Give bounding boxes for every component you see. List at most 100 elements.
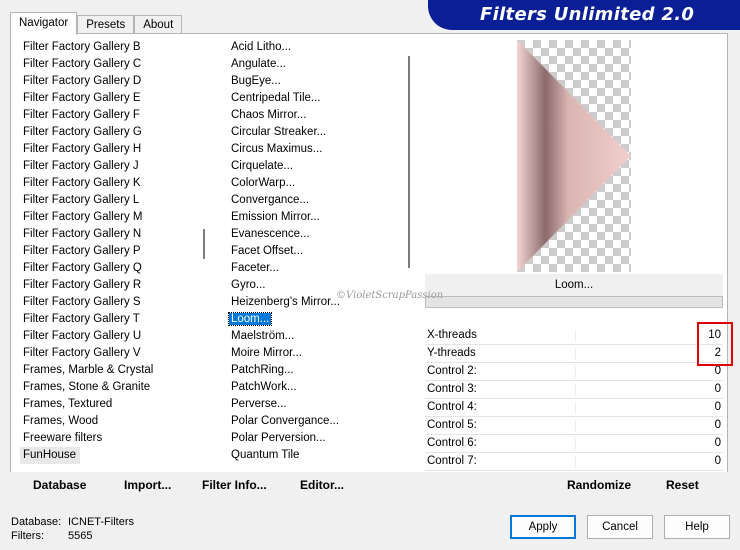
- control-row[interactable]: Control 5: 0: [425, 417, 723, 435]
- filter-list-item-label: Maelström...: [231, 330, 295, 342]
- filter-list-item[interactable]: Moire Mirror...: [228, 345, 415, 362]
- category-list-item[interactable]: Filter Factory Gallery Q: [20, 260, 208, 277]
- filter-list-item[interactable]: BugEye...: [228, 73, 415, 90]
- tab-navigator[interactable]: Navigator: [10, 12, 78, 35]
- category-list-item[interactable]: Filter Factory Gallery L: [20, 192, 208, 209]
- filter-list-item[interactable]: Quantum Tile: [228, 447, 415, 464]
- category-list-item[interactable]: Frames, Textured: [20, 396, 208, 413]
- filter-list-item[interactable]: Faceter...: [228, 260, 415, 277]
- control-label: Control 4:: [427, 401, 477, 413]
- filter-list-item[interactable]: Perverse...: [228, 396, 415, 413]
- filter-list-item[interactable]: ColorWarp...: [228, 175, 415, 192]
- filters-count-label: Filters:: [11, 530, 44, 542]
- filter-list-item[interactable]: PatchRing...: [228, 362, 415, 379]
- filter-list-item[interactable]: Circus Maximus...: [228, 141, 415, 158]
- preview-slider[interactable]: [425, 296, 723, 308]
- editor-button[interactable]: Editor...: [300, 478, 344, 492]
- category-list-item[interactable]: Filter Factory Gallery V: [20, 345, 208, 362]
- filter-info-button[interactable]: Filter Info...: [202, 478, 267, 492]
- control-divider: [575, 402, 576, 414]
- control-row[interactable]: Control 6: 0: [425, 435, 723, 453]
- category-list-item-label: Filter Factory Gallery D: [23, 75, 142, 87]
- reset-button[interactable]: Reset: [666, 478, 699, 492]
- category-list-item-label: Filter Factory Gallery K: [23, 177, 141, 189]
- category-list-item[interactable]: Filter Factory Gallery N: [20, 226, 208, 243]
- filter-list-item[interactable]: Acid Litho...: [228, 39, 415, 56]
- control-value: 0: [714, 383, 721, 395]
- category-list-item[interactable]: Filter Factory Gallery K: [20, 175, 208, 192]
- filter-list-item[interactable]: Evanescence...: [228, 226, 415, 243]
- category-list-item-label: Filter Factory Gallery L: [23, 194, 140, 206]
- filter-list-item-label: Emission Mirror...: [231, 211, 320, 223]
- control-value: 0: [714, 365, 721, 377]
- filter-list-item[interactable]: Loom...: [228, 311, 415, 328]
- filter-list-item-label: Chaos Mirror...: [231, 109, 307, 121]
- tab-about[interactable]: About: [134, 15, 183, 35]
- category-list-item[interactable]: Frames, Wood: [20, 413, 208, 430]
- category-list-item[interactable]: Freeware filters: [20, 430, 208, 447]
- filter-list-item-label: Circular Streaker...: [231, 126, 327, 138]
- filter-list-item[interactable]: Polar Convergance...: [228, 413, 415, 430]
- control-label: Control 2:: [427, 365, 477, 377]
- filter-list-item[interactable]: Angulate...: [228, 56, 415, 73]
- category-list-scrollbar[interactable]: [203, 229, 205, 259]
- category-list-item[interactable]: Filter Factory Gallery S: [20, 294, 208, 311]
- filter-list-item[interactable]: Emission Mirror...: [228, 209, 415, 226]
- apply-button[interactable]: Apply: [510, 515, 576, 539]
- control-row[interactable]: Control 3: 0: [425, 381, 723, 399]
- category-list-item[interactable]: Filter Factory Gallery F: [20, 107, 208, 124]
- database-button[interactable]: Database: [33, 478, 86, 492]
- control-row[interactable]: X-threads 10: [425, 327, 723, 345]
- filter-list-item-label: BugEye...: [231, 75, 281, 87]
- category-list-item[interactable]: Frames, Stone & Granite: [20, 379, 208, 396]
- control-divider: [575, 438, 576, 450]
- category-list-item-label: Frames, Textured: [23, 398, 113, 410]
- cancel-button[interactable]: Cancel: [587, 515, 653, 539]
- filter-list-item[interactable]: Cirquelate...: [228, 158, 415, 175]
- category-list-item[interactable]: Filter Factory Gallery G: [20, 124, 208, 141]
- control-divider: [575, 420, 576, 432]
- filter-list-item[interactable]: Polar Perversion...: [228, 430, 415, 447]
- filter-list-item[interactable]: PatchWork...: [228, 379, 415, 396]
- category-list-item[interactable]: Filter Factory Gallery U: [20, 328, 208, 345]
- filter-list-item[interactable]: Chaos Mirror...: [228, 107, 415, 124]
- filter-list-item-label: PatchWork...: [231, 381, 297, 393]
- import-button[interactable]: Import...: [124, 478, 171, 492]
- category-list-item[interactable]: Filter Factory Gallery D: [20, 73, 208, 90]
- filter-list-item-label: Loom...: [228, 312, 273, 326]
- category-list-item[interactable]: Filter Factory Gallery T: [20, 311, 208, 328]
- category-list-item[interactable]: Filter Factory Gallery P: [20, 243, 208, 260]
- category-list[interactable]: Filter Factory Gallery B Filter Factory G…: [20, 39, 208, 469]
- category-list-item-label: Filter Factory Gallery M: [23, 211, 143, 223]
- tab-strip: Navigator Presets About: [10, 12, 183, 35]
- category-list-item-label: Filter Factory Gallery Q: [23, 262, 142, 274]
- category-list-item[interactable]: FunHouse: [20, 447, 81, 464]
- filter-list-item[interactable]: Centripedal Tile...: [228, 90, 415, 107]
- category-list-item-label: Frames, Wood: [23, 415, 99, 427]
- category-list-item[interactable]: Frames, Marble & Crystal: [20, 362, 208, 379]
- category-list-item[interactable]: Filter Factory Gallery B: [20, 39, 208, 56]
- category-list-item[interactable]: Filter Factory Gallery J: [20, 158, 208, 175]
- filter-list-item[interactable]: Maelström...: [228, 328, 415, 345]
- control-divider: [575, 366, 576, 378]
- control-row[interactable]: Control 2: 0: [425, 363, 723, 381]
- filter-list[interactable]: Acid Litho... Angulate... BugEye... Centrip…: [228, 39, 415, 469]
- filter-list-scrollbar[interactable]: [408, 56, 410, 268]
- category-list-item[interactable]: Filter Factory Gallery E: [20, 90, 208, 107]
- tab-presets[interactable]: Presets: [77, 15, 135, 35]
- category-list-item[interactable]: Filter Factory Gallery M: [20, 209, 208, 226]
- control-row[interactable]: Control 7: 0: [425, 453, 723, 471]
- category-list-item[interactable]: Filter Factory Gallery H: [20, 141, 208, 158]
- highlight-box: [697, 322, 733, 366]
- category-list-item[interactable]: Filter Factory Gallery C: [20, 56, 208, 73]
- category-list-item[interactable]: Filter Factory Gallery R: [20, 277, 208, 294]
- control-row[interactable]: Y-threads 2: [425, 345, 723, 363]
- filter-list-item[interactable]: Facet Offset...: [228, 243, 415, 260]
- control-row[interactable]: Control 4: 0: [425, 399, 723, 417]
- category-list-item-label: Filter Factory Gallery E: [23, 92, 141, 104]
- help-button[interactable]: Help: [664, 515, 730, 539]
- randomize-button[interactable]: Randomize: [567, 478, 631, 492]
- control-label: X-threads: [427, 329, 477, 341]
- filter-list-item[interactable]: Circular Streaker...: [228, 124, 415, 141]
- filter-list-item[interactable]: Convergance...: [228, 192, 415, 209]
